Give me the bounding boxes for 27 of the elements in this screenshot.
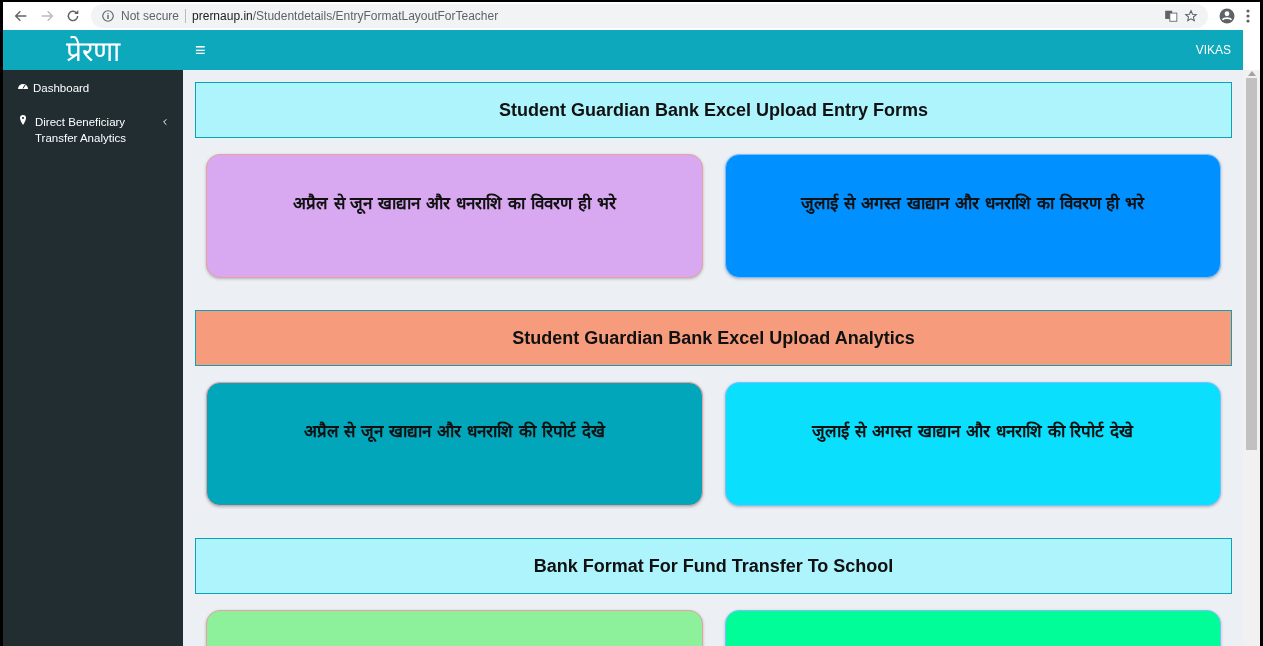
- scrollbar[interactable]: [1243, 70, 1260, 646]
- back-arrow-icon: [13, 8, 29, 24]
- map-marker-icon: [17, 114, 29, 126]
- forward-button[interactable]: [39, 8, 55, 24]
- sidebar-item[interactable]: Direct Beneficiary Transfer Analytics: [3, 114, 183, 146]
- star-icon: [1184, 9, 1198, 23]
- section-header: Student Guardian Bank Excel Upload Entry Forms: [195, 82, 1232, 138]
- back-button[interactable]: [13, 8, 29, 24]
- forward-arrow-icon: [39, 8, 55, 24]
- translate-icon: [1164, 9, 1178, 23]
- address-bar[interactable]: Not secure prernaup.in/Studentdetails/EntryFormatLayoutForTeacher: [91, 4, 1208, 28]
- more-icon: [1246, 8, 1250, 24]
- menu-card[interactable]: अप्रैल से जून खाद्यान और धनराशि की रिपोर्ट देखे: [206, 382, 703, 506]
- section-header: Student Guardian Bank Excel Upload Analytics: [195, 310, 1232, 366]
- section-header: Bank Format For Fund Transfer To School: [195, 538, 1232, 594]
- scroll-up-icon: [1247, 70, 1256, 76]
- menu-card[interactable]: अप्रैल से जून खाद्यान और धनराशि का विवरण ही भरे: [206, 154, 703, 278]
- chevron-left-icon: [161, 118, 169, 126]
- menu-card[interactable]: जुलाई से अगस्त खाद्यान और धनराशि की रिपोर्ट देखे: [724, 382, 1221, 506]
- sidebar-item[interactable]: Dashboard: [3, 80, 183, 96]
- menu-card[interactable]: जुलाई से अगस्त खाद्यान और धनराशि का विवरण ही भरे: [724, 154, 1221, 278]
- security-label: Not secure: [121, 9, 180, 23]
- url-text: prernaup.in/Studentdetails/EntryFormatLayoutForTeacher: [192, 9, 499, 23]
- account-icon: [1218, 7, 1236, 25]
- reload-button[interactable]: [65, 8, 81, 24]
- reload-icon: [65, 8, 81, 24]
- info-icon: [101, 9, 115, 23]
